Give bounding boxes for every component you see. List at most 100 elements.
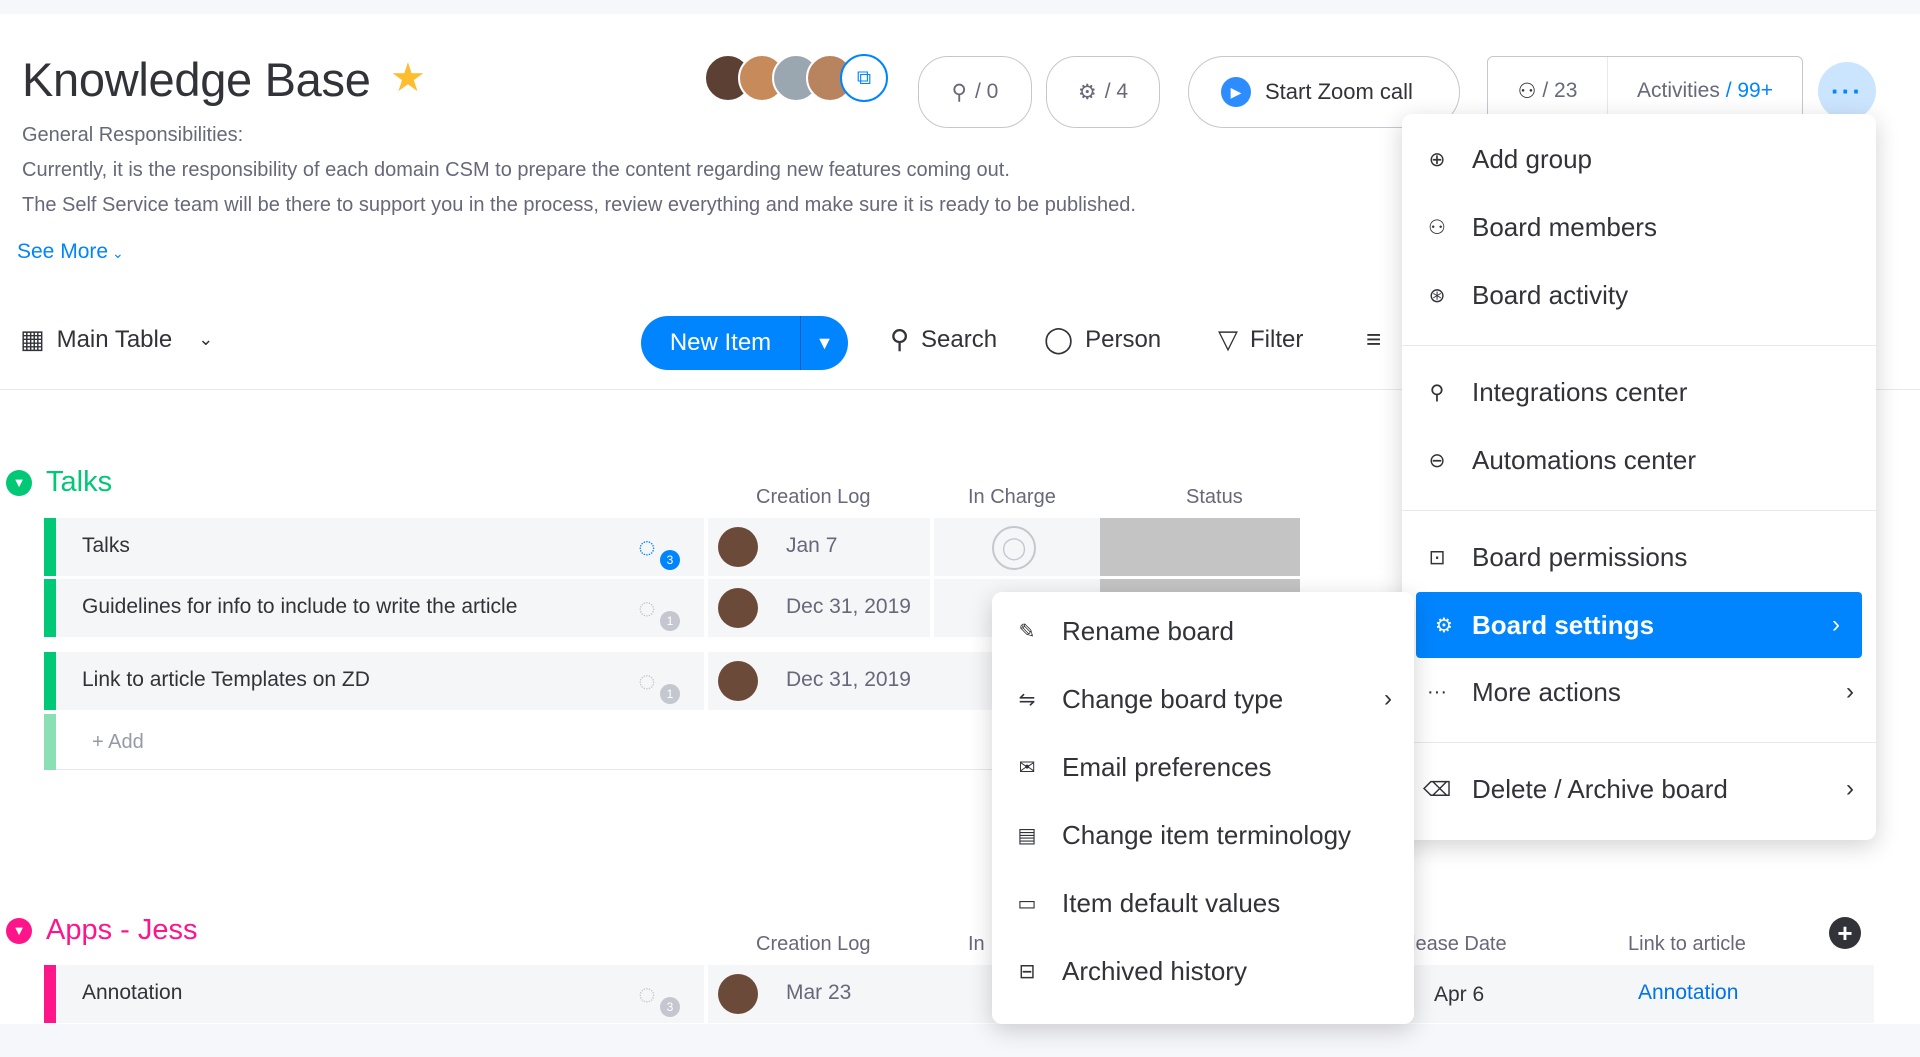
chevron-right-icon: › [1384, 685, 1392, 712]
person-icon[interactable]: ◯ [992, 526, 1036, 570]
menu-item-label: More actions [1472, 676, 1621, 707]
members-count: / 23 [1542, 79, 1578, 102]
cell-divider [704, 965, 708, 1023]
group-header-talks[interactable]: ▼ Talks [6, 466, 112, 499]
menu-item-board-permissions[interactable]: ⊡ Board permissions [1402, 526, 1876, 588]
submenu-item-change-item-terminology[interactable]: ▤ Change item terminology [992, 804, 1414, 866]
automations-button[interactable]: ⚙ / 4 [1046, 56, 1160, 128]
chevron-right-icon: › [1846, 775, 1854, 802]
updates-count: 3 [660, 550, 680, 570]
cell-divider [704, 518, 708, 576]
group-collapse-icon[interactable]: ▼ [6, 469, 32, 496]
item-name[interactable]: Guidelines for info to include to write … [82, 595, 517, 619]
status-cell[interactable] [1100, 518, 1300, 576]
table-row[interactable]: Annotation ◌ 3 Mar 23 Apr 6 Annotation [44, 965, 1874, 1023]
column-header-status[interactable]: Status [1186, 486, 1243, 509]
updates-icon[interactable]: ◌ 1 [638, 662, 680, 704]
board-settings-submenu: ✎ Rename board ⇋ Change board type › ✉ E… [992, 592, 1414, 1024]
avatar [718, 974, 758, 1014]
cell-divider [930, 518, 934, 576]
board-title[interactable]: Knowledge Base [22, 52, 371, 107]
column-header-creation-log[interactable]: Creation Log [756, 933, 871, 956]
archive-icon: ⊟ [1018, 960, 1036, 983]
group-color-bar [44, 965, 56, 1023]
release-date[interactable]: Apr 6 [1434, 983, 1484, 1007]
menu-item-board-settings[interactable]: ⚙ Board settings › [1416, 592, 1862, 658]
creation-date: Jan 7 [786, 534, 838, 557]
board-menu-button[interactable]: ··· [1818, 62, 1876, 120]
submenu-item-rename-board[interactable]: ✎ Rename board [992, 600, 1414, 662]
group-title[interactable]: Apps - Jess [46, 914, 198, 947]
item-name[interactable]: Annotation [82, 981, 182, 1005]
updates-icon[interactable]: ◌ 3 [638, 528, 680, 570]
updates-count: 1 [660, 611, 680, 631]
cell-divider [930, 579, 934, 637]
search-label: Search [921, 325, 998, 353]
menu-item-label: Add group [1472, 143, 1592, 174]
sort-button[interactable]: ≡ [1366, 324, 1381, 355]
article-link[interactable]: Annotation [1638, 981, 1738, 1005]
share-board-icon[interactable]: ⧉ [840, 54, 888, 102]
menu-item-delete-archive-board[interactable]: ⌫ Delete / Archive board › [1402, 758, 1876, 820]
updates-icon[interactable]: ◌ 1 [638, 589, 680, 631]
dots-icon: ··· [1831, 75, 1863, 106]
menu-item-board-activity[interactable]: ⊛ Board activity [1402, 264, 1876, 326]
star-icon[interactable]: ★ [390, 58, 426, 98]
menu-divider [1402, 742, 1876, 743]
filter-button[interactable]: ▽ Filter [1218, 324, 1303, 355]
menu-item-board-members[interactable]: ⚇ Board members [1402, 196, 1876, 258]
submenu-item-email-preferences[interactable]: ✉ Email preferences [992, 736, 1414, 798]
view-label: Main Table [56, 325, 173, 353]
plug-icon: ⚲ [951, 80, 968, 104]
group-color-bar [44, 579, 56, 637]
person-filter-button[interactable]: ◯ Person [1044, 324, 1161, 355]
column-header-link-to-article[interactable]: Link to article [1628, 933, 1746, 956]
column-header-in-charge[interactable]: In Charge [968, 486, 1056, 509]
menu-item-automations-center[interactable]: ⊖ Automations center [1402, 429, 1876, 491]
chevron-down-icon: ⌄ [112, 245, 124, 261]
column-header-release-date[interactable]: lease Date [1411, 933, 1507, 956]
table-row[interactable]: Talks ◌ 3 Jan 7 ◯ [44, 518, 1300, 576]
avatar [718, 588, 758, 628]
group-collapse-icon[interactable]: ▼ [6, 917, 32, 944]
column-header-creation-log[interactable]: Creation Log [756, 486, 871, 509]
add-column-icon[interactable]: + [1829, 917, 1861, 949]
people-icon: ⚇ [1428, 216, 1446, 239]
chevron-right-icon: › [1832, 611, 1840, 638]
group-title[interactable]: Talks [46, 466, 112, 499]
add-item-row[interactable]: + Add [44, 714, 1044, 770]
chevron-right-icon: › [1846, 678, 1854, 705]
search-button[interactable]: ⚲ Search [890, 324, 997, 355]
submenu-item-label: Email preferences [1062, 751, 1272, 782]
filter-icon: ▽ [1218, 324, 1238, 354]
pencil-icon: ✎ [1018, 620, 1036, 643]
updates-icon[interactable]: ◌ 3 [638, 975, 680, 1017]
chevron-down-icon[interactable]: ▼ [801, 333, 848, 354]
menu-item-label: Board permissions [1472, 541, 1688, 572]
zoom-label: Start Zoom call [1265, 79, 1413, 104]
person-icon: ◯ [1044, 324, 1074, 354]
main-table-view-selector[interactable]: ▦ Main Table ⌄ [20, 324, 213, 355]
activities-label: Activities [1637, 79, 1720, 102]
group-header-apps-jess[interactable]: ▼ Apps - Jess [6, 914, 198, 947]
item-name[interactable]: Talks [82, 534, 130, 558]
add-item-label[interactable]: + Add [92, 731, 144, 754]
chevron-down-icon: ⌄ [198, 329, 214, 349]
sort-icon: ≡ [1366, 324, 1382, 354]
submenu-item-archived-history[interactable]: ⊟ Archived history [992, 940, 1414, 1002]
column-header-in-charge[interactable]: In [968, 933, 985, 956]
submenu-item-item-default-values[interactable]: ▭ Item default values [992, 872, 1414, 934]
see-more-link[interactable]: See More ⌄ [17, 240, 124, 264]
menu-item-more-actions[interactable]: ··· More actions › [1402, 661, 1876, 723]
menu-item-label: Board settings [1472, 609, 1655, 640]
integrations-button[interactable]: ⚲ / 0 [918, 56, 1032, 128]
menu-item-integrations-center[interactable]: ⚲ Integrations center [1402, 361, 1876, 423]
cell-divider [704, 579, 708, 637]
item-name[interactable]: Link to article Templates on ZD [82, 668, 370, 692]
creation-date: Dec 31, 2019 [786, 668, 911, 691]
see-more-label: See More [17, 240, 109, 263]
submenu-item-change-board-type[interactable]: ⇋ Change board type › [992, 668, 1414, 730]
menu-item-add-group[interactable]: ⊕ Add group [1402, 128, 1876, 190]
new-item-button[interactable]: New Item ▼ [641, 316, 848, 370]
board-description-line-1: General Responsibilities: [22, 124, 244, 146]
